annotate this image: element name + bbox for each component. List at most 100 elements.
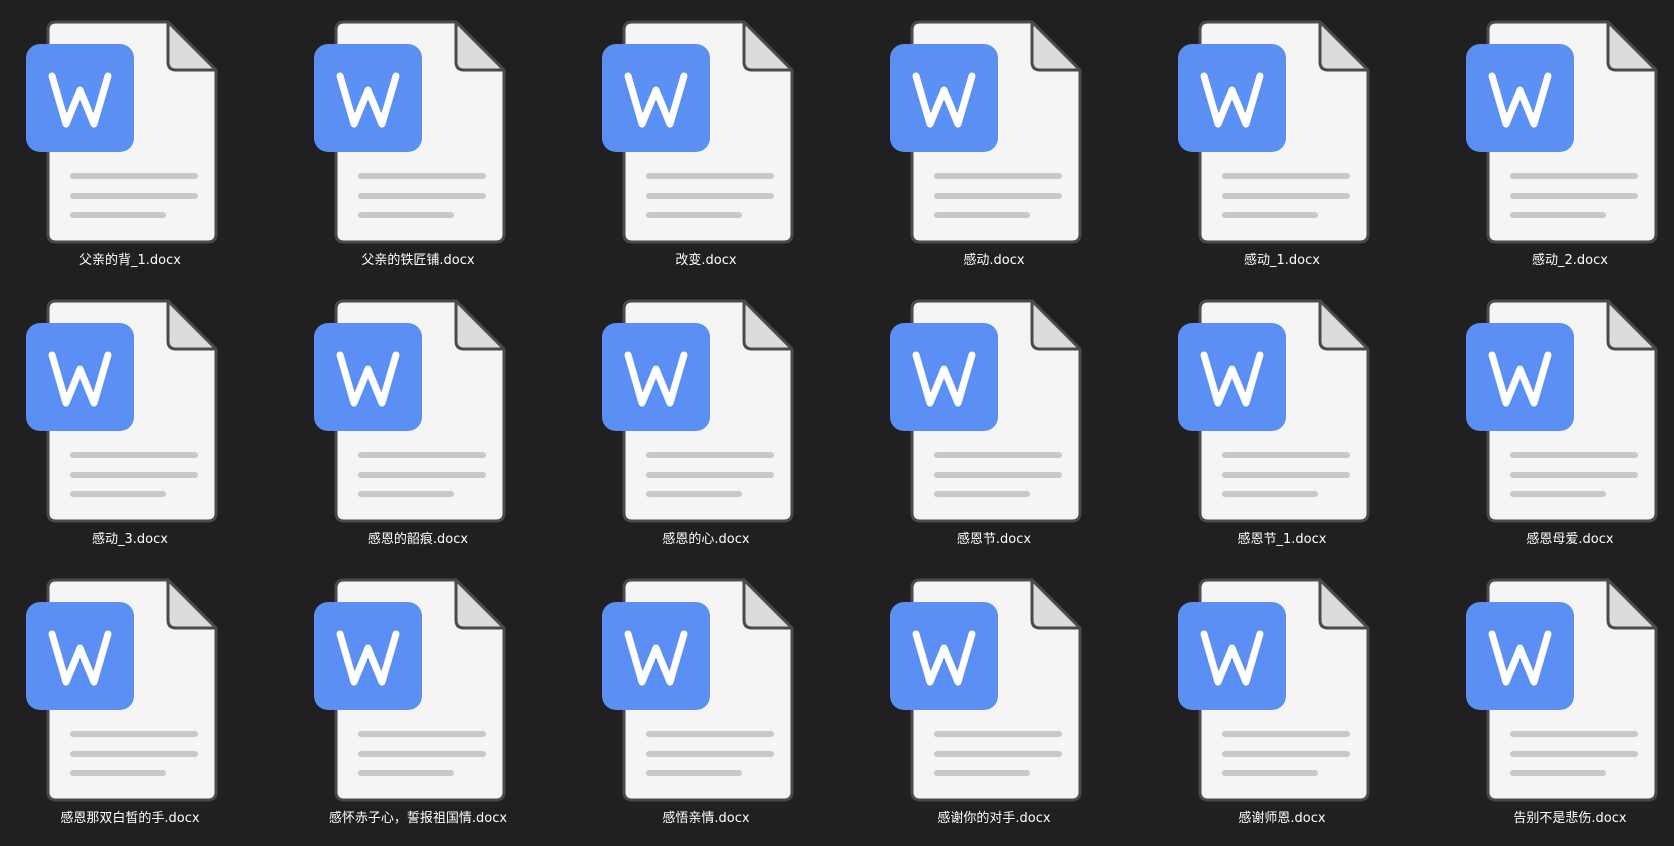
page-fold [1030,299,1082,351]
page-text-line [1510,452,1638,458]
page-text-line [358,212,454,218]
file-item[interactable]: 感恩那双白皙的手.docx [0,568,260,838]
page-text-line [646,472,774,478]
page-text-line [646,751,774,757]
page-fold [166,578,218,630]
file-item[interactable]: 感动_1.docx [1152,10,1412,280]
page-text-line [358,173,486,179]
file-item[interactable]: 感恩母爱.docx [1440,289,1674,559]
page-text-line [1222,491,1318,497]
file-item[interactable]: 感恩的心.docx [576,289,836,559]
file-item[interactable]: 感恩节_1.docx [1152,289,1412,559]
page-text-line [1510,212,1606,218]
word-document-icon [602,20,794,244]
file-item[interactable]: 感动.docx [864,10,1124,280]
file-name: 感恩节.docx [956,532,1032,547]
file-name: 感恩的心.docx [662,532,750,547]
word-document-icon [1466,578,1658,802]
page-text-line [646,173,774,179]
page-fold [454,578,506,630]
page-text-line [646,731,774,737]
file-item[interactable]: 感谢你的对手.docx [864,568,1124,838]
page-text-line [1510,491,1606,497]
page-text-line [1222,770,1318,776]
page-fold [454,299,506,351]
page-text-line [934,452,1062,458]
page-text-line [1510,173,1638,179]
page-text-line [934,770,1030,776]
file-item[interactable]: 改变.docx [576,10,836,280]
page-text-line [1222,173,1350,179]
file-name: 感动_2.docx [1532,253,1608,268]
file-item[interactable]: 感悟亲情.docx [576,568,836,838]
page-text-line [934,193,1062,199]
page-fold [1606,578,1658,630]
page-fold [454,20,506,72]
page-text-line [1222,751,1350,757]
page-text-line [1222,731,1350,737]
page-text-line [1510,193,1638,199]
word-document-icon [314,20,506,244]
page-fold [742,20,794,72]
page-fold [742,578,794,630]
page-text-line [70,452,198,458]
page-text-line [358,751,486,757]
file-item[interactable]: 感怀赤子心，誓报祖国情.docx [288,568,548,838]
page-text-line [70,472,198,478]
word-document-icon [314,299,506,523]
file-item[interactable]: 父亲的背_1.docx [0,10,260,280]
page-fold [166,299,218,351]
page-fold [1606,20,1658,72]
page-text-line [646,193,774,199]
file-name: 感恩节_1.docx [1237,532,1327,547]
page-text-line [358,472,486,478]
page-text-line [1222,212,1318,218]
file-name: 父亲的背_1.docx [79,253,181,268]
page-text-line [70,212,166,218]
file-name: 告别不是悲伤.docx [1513,811,1627,826]
page-fold [1318,578,1370,630]
file-name: 感动_3.docx [92,532,168,547]
page-text-line [358,193,486,199]
file-item[interactable]: 感恩节.docx [864,289,1124,559]
file-item[interactable]: 感谢师恩.docx [1152,568,1412,838]
page-text-line [646,491,742,497]
page-text-line [358,452,486,458]
word-document-icon [26,20,218,244]
word-document-icon [1178,299,1370,523]
word-document-icon [602,578,794,802]
file-name: 感恩那双白皙的手.docx [60,811,200,826]
page-text-line [1510,731,1638,737]
word-document-icon [1466,20,1658,244]
file-item[interactable]: 感恩的韶痕.docx [288,289,548,559]
page-text-line [934,731,1062,737]
file-name: 感恩母爱.docx [1526,532,1614,547]
word-document-icon [1178,20,1370,244]
file-name: 感动.docx [963,253,1025,268]
page-text-line [70,193,198,199]
page-text-line [1510,751,1638,757]
page-text-line [646,452,774,458]
file-grid: 父亲的背_1.docx 父亲的铁匠铺.docx 改变.docx 感动.docx … [0,0,1674,846]
word-document-icon [602,299,794,523]
word-document-icon [314,578,506,802]
file-name: 感谢你的对手.docx [937,811,1051,826]
file-name: 感悟亲情.docx [662,811,750,826]
word-document-icon [1178,578,1370,802]
file-item[interactable]: 感动_3.docx [0,289,260,559]
word-document-icon [1466,299,1658,523]
word-document-icon [890,578,1082,802]
file-item[interactable]: 感动_2.docx [1440,10,1674,280]
page-text-line [1222,193,1350,199]
file-item[interactable]: 父亲的铁匠铺.docx [288,10,548,280]
file-item[interactable]: 告别不是悲伤.docx [1440,568,1674,838]
file-name: 感怀赤子心，誓报祖国情.docx [328,811,508,826]
page-text-line [1510,472,1638,478]
page-text-line [70,751,198,757]
word-document-icon [26,578,218,802]
page-fold [1606,299,1658,351]
page-fold [166,20,218,72]
page-fold [1030,578,1082,630]
file-name: 感谢师恩.docx [1238,811,1326,826]
page-fold [1030,20,1082,72]
